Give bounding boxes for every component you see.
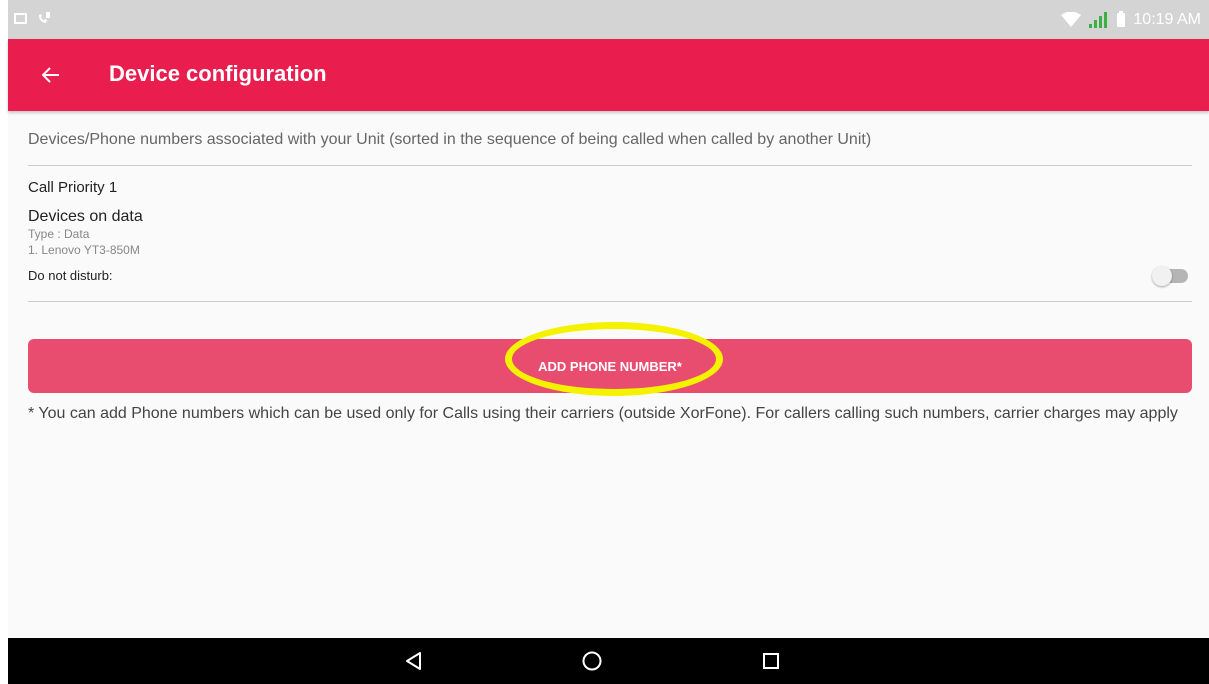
nav-back-icon[interactable]	[401, 648, 427, 674]
divider	[28, 301, 1192, 302]
device-screen: 10:19 AM Device configuration Devices/Ph…	[8, 0, 1209, 684]
page-title: Device configuration	[109, 61, 327, 86]
battery-icon	[1117, 10, 1126, 27]
do-not-disturb-label: Do not disturb:	[28, 268, 113, 283]
status-bar: 10:19 AM	[8, 0, 1209, 39]
nav-recents-icon[interactable]	[758, 648, 784, 674]
arrow-left-icon[interactable]	[34, 58, 68, 92]
intro-text: Devices/Phone numbers associated with yo…	[28, 131, 872, 148]
device-list-section: Devices/Phone numbers associated with yo…	[28, 111, 1192, 302]
nav-home-icon[interactable]	[579, 648, 605, 674]
status-right: 10:19 AM	[1061, 0, 1201, 39]
call-priority-label: Call Priority 1	[28, 179, 118, 196]
add-phone-number-button[interactable]: ADD PHONE NUMBER*	[28, 339, 1192, 393]
gallery-icon	[14, 12, 27, 24]
status-time: 10:19 AM	[1133, 10, 1201, 28]
wifi-icon	[1061, 11, 1082, 27]
do-not-disturb-row: Do not disturb:	[28, 264, 1192, 286]
status-left	[14, 11, 51, 25]
app-bar: Device configuration	[8, 39, 1209, 111]
toggle-thumb	[1152, 266, 1172, 286]
call-icon	[39, 12, 50, 23]
do-not-disturb-toggle[interactable]	[1152, 266, 1188, 286]
carrier-note: * You can add Phone numbers which can be…	[28, 405, 1178, 422]
signal-icon	[1089, 11, 1109, 28]
device-name: 1. Lenovo YT3-850M	[28, 243, 140, 257]
devices-group-title: Devices on data	[28, 208, 143, 225]
navigation-bar	[8, 638, 1209, 684]
device-type: Type : Data	[28, 227, 90, 241]
divider	[28, 165, 1192, 166]
